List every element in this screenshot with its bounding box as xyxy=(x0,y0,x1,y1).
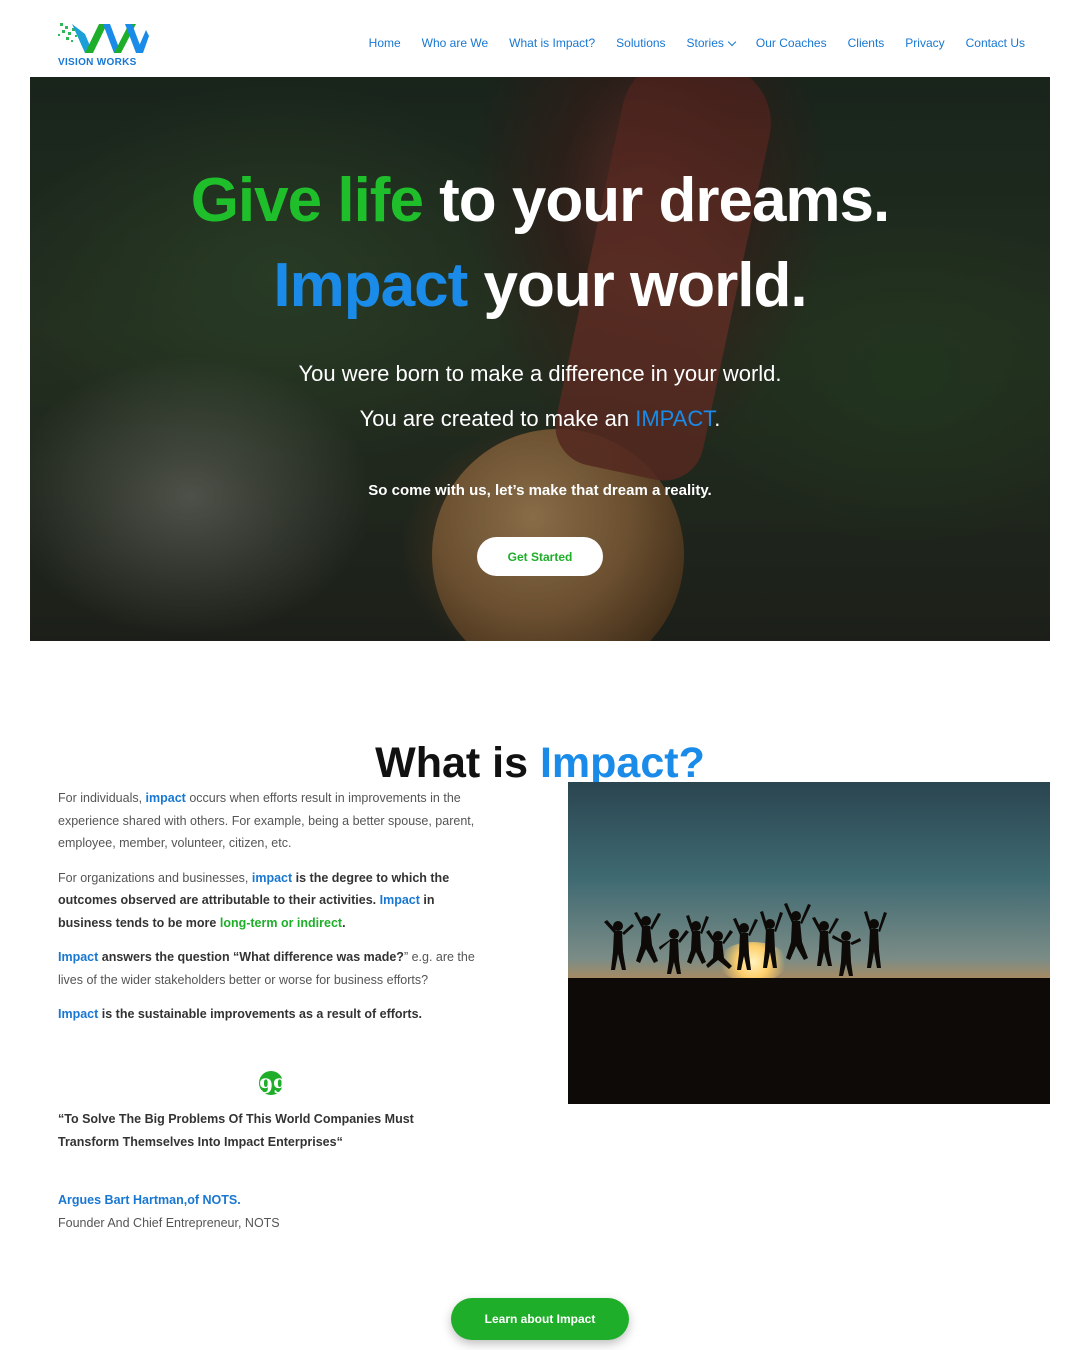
logo-text: VISION WORKS xyxy=(58,57,137,68)
learn-about-impact-button[interactable]: Learn about Impact xyxy=(451,1298,629,1340)
hero-headline-line2: Impact your world. xyxy=(30,250,1050,321)
impact-text-column: For individuals, impact occurs when effo… xyxy=(58,787,478,1038)
p2-keyword-1: impact xyxy=(251,870,293,885)
nav-stories-label: Stories xyxy=(686,36,724,50)
impact-paragraph-1: For individuals, impact occurs when effo… xyxy=(58,787,478,855)
nav-what-is-impact[interactable]: What is Impact? xyxy=(509,36,595,50)
nav-solutions-label: Solutions xyxy=(616,36,666,50)
testimonial-quote: “To Solve The Big Problems Of This World… xyxy=(58,1112,414,1149)
p1-keyword: impact xyxy=(145,791,186,805)
impact-paragraph-3: Impact answers the question “What differ… xyxy=(58,946,478,991)
nav-home[interactable]: Home xyxy=(369,36,401,50)
hero-subtitle-1: You were born to make a difference in yo… xyxy=(298,361,782,386)
p2-keyword-3: long-term or indirect xyxy=(219,915,343,930)
p4-keyword: Impact xyxy=(58,1007,99,1021)
p2-d: . xyxy=(342,915,346,930)
hero-subtitle-2-pre: You are created to make an xyxy=(359,406,636,431)
impact-paragraph-2: For organizations and businesses, impact… xyxy=(58,867,478,935)
impact-paragraph-4: Impact is the sustainable improvements a… xyxy=(58,1003,478,1026)
nav-contact-us-label: Contact Us xyxy=(965,36,1025,50)
p2-a: For organizations and businesses, xyxy=(58,870,252,885)
nav-privacy[interactable]: Privacy xyxy=(905,36,944,50)
main-nav: Home Who are We What is Impact? Solution… xyxy=(369,36,1025,50)
hero-subtitle-2-post: . xyxy=(714,406,721,431)
p1-a: For individuals, xyxy=(58,791,146,805)
nav-privacy-label: Privacy xyxy=(905,36,945,50)
nav-who-are-we[interactable]: Who are We xyxy=(422,36,488,50)
p4-b: is the sustainable improvements as a res… xyxy=(98,1007,423,1021)
testimonial-author-role: Founder And Chief Entrepreneur, NOTS xyxy=(58,1216,280,1230)
site-header: VISION WORKS Home Who are We What is Imp… xyxy=(0,0,1080,77)
hero-headline-accent-green: Give life xyxy=(190,166,424,235)
hero-cta-text: So come with us, let’s make that dream a… xyxy=(368,482,712,499)
nav-contact-us[interactable]: Contact Us xyxy=(966,36,1025,50)
quote-icon: 99 xyxy=(259,1071,287,1098)
nav-clients[interactable]: Clients xyxy=(848,36,885,50)
p3-keyword: Impact xyxy=(58,950,99,964)
hero-headline-line2-rest: your world. xyxy=(467,251,807,320)
logo[interactable]: VISION WORKS xyxy=(58,20,150,68)
hero-banner: Give life to your dreams. Impact your wo… xyxy=(30,77,1050,641)
hero-subtitle-2: You are created to make an IMPACT. xyxy=(30,406,1050,432)
nav-who-are-we-label: Who are We xyxy=(421,36,489,50)
nav-home-label: Home xyxy=(368,36,401,50)
p3-b: answers the question “What difference wa… xyxy=(98,950,404,964)
nav-what-is-impact-label: What is Impact? xyxy=(509,36,596,50)
sunset-group-photo xyxy=(568,782,1050,1104)
hero-headline-line1: Give life to your dreams. xyxy=(30,165,1050,236)
nav-stories[interactable]: Stories xyxy=(686,36,737,50)
hero-subtitle-2-accent: IMPACT xyxy=(635,406,715,431)
section-title: What is Impact? xyxy=(0,739,1080,788)
hero-headline-accent-blue: Impact xyxy=(273,251,468,320)
testimonial-author: Argues Bart Hartman,of NOTS. xyxy=(58,1193,241,1207)
nav-solutions[interactable]: Solutions xyxy=(616,36,665,50)
section-title-accent: Impact? xyxy=(539,738,705,787)
get-started-button[interactable]: Get Started xyxy=(477,537,603,576)
section-title-pre: What is xyxy=(375,738,540,787)
p2-keyword-2: Impact xyxy=(379,893,420,907)
hero-headline-line1-rest: to your dreams. xyxy=(422,166,890,235)
nav-our-coaches-label: Our Coaches xyxy=(755,36,827,50)
nav-our-coaches[interactable]: Our Coaches xyxy=(756,36,827,50)
jumping-people-silhouettes xyxy=(568,903,1050,1104)
nav-clients-label: Clients xyxy=(847,36,885,50)
chevron-down-icon xyxy=(727,37,737,46)
hero-content: Give life to your dreams. Impact your wo… xyxy=(30,77,1050,641)
vision-works-logo-icon xyxy=(58,23,149,53)
